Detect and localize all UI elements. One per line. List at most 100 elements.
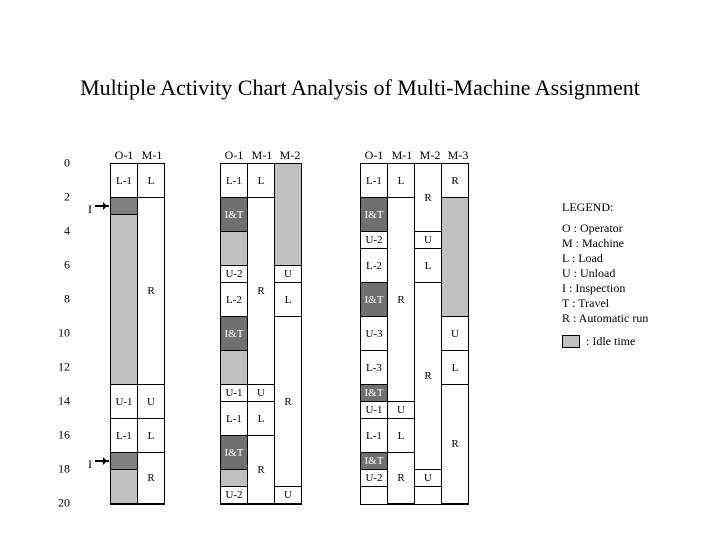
bar: [111, 453, 137, 470]
bar: R: [388, 453, 414, 504]
bar: U-1: [361, 402, 387, 419]
bar: L-1: [221, 164, 247, 198]
bar: L-2: [221, 283, 247, 317]
bar: [111, 470, 137, 504]
bar: [442, 198, 468, 317]
bar: R: [248, 198, 274, 385]
column-M-1: L R U L R: [247, 163, 274, 505]
bar: I&T: [361, 198, 387, 232]
bar: [111, 198, 137, 215]
bar: L-1: [111, 164, 137, 198]
col-header: O-1: [360, 148, 388, 162]
bar: U-1: [221, 385, 247, 402]
inspection-label: I: [88, 202, 92, 217]
legend-item: M : Machine: [562, 236, 648, 251]
column-O-1: L-1 I&T U-2 L-2 I&T U-3 L-3 I&T U-1 L-1 …: [360, 163, 387, 505]
bar: R: [275, 317, 301, 487]
legend-item: U : Unload: [562, 266, 648, 281]
bar: [221, 470, 247, 487]
col-header: M-2: [416, 148, 444, 162]
bar: L: [138, 419, 164, 453]
column-O-1: L-1 U-1 L-1: [110, 163, 137, 505]
bar: L-2: [361, 249, 387, 283]
col-header: M-1: [248, 148, 276, 162]
column-M-2: R U L R U: [414, 163, 441, 505]
bar: U-2: [361, 232, 387, 249]
bar: R: [138, 453, 164, 504]
tick: 12: [58, 360, 70, 375]
bar: L: [275, 283, 301, 317]
bar: [111, 215, 137, 385]
bar: U: [415, 470, 441, 487]
bar: L: [388, 419, 414, 453]
bar: U-1: [111, 385, 137, 419]
bar: L-3: [361, 351, 387, 385]
bar: I&T: [361, 385, 387, 402]
page-title: Multiple Activity Chart Analysis of Mult…: [0, 75, 720, 101]
legend-item: T : Travel: [562, 296, 648, 311]
bar: L: [248, 164, 274, 198]
bar: R: [442, 385, 468, 504]
col-header: O-1: [220, 148, 248, 162]
legend-item: O : Operator: [562, 221, 648, 236]
bar: I&T: [221, 198, 247, 232]
legend-item: R : Automatic run: [562, 311, 648, 326]
col-header: M-1: [138, 148, 166, 162]
bar: I&T: [221, 317, 247, 351]
legend: LEGEND: O : Operator M : Machine L : Loa…: [562, 200, 648, 349]
group-header: O-1 M-1: [110, 148, 166, 162]
tick: 6: [64, 258, 70, 273]
bar: [221, 232, 247, 266]
bar: R: [415, 283, 441, 470]
bar: U: [138, 385, 164, 419]
swatch-icon: [562, 335, 580, 348]
column-O-1: L-1 I&T U-2 L-2 I&T U-1 L-1 I&T U-2: [220, 163, 247, 505]
legend-label: : Idle time: [586, 334, 635, 349]
bar: L: [388, 164, 414, 198]
bar: U-2: [221, 266, 247, 283]
inspection-label: I: [88, 457, 92, 472]
bar: U: [388, 402, 414, 419]
bar: I&T: [361, 453, 387, 470]
tick: 8: [64, 292, 70, 307]
bar: L: [138, 164, 164, 198]
bar: U-3: [361, 317, 387, 351]
bar: U: [248, 385, 274, 402]
tick: 0: [64, 156, 70, 171]
legend-item: I : Inspection: [562, 281, 648, 296]
bar: R: [442, 164, 468, 198]
tick: 4: [64, 224, 70, 239]
tick: 10: [58, 326, 70, 341]
column-M-3: R U L R: [441, 163, 469, 505]
bar: [275, 164, 301, 266]
group-header: O-1 M-1 M-2 M-3: [360, 148, 472, 162]
bar: L: [442, 351, 468, 385]
group-header: O-1 M-1 M-2: [220, 148, 304, 162]
legend-title: LEGEND:: [562, 200, 648, 215]
arrow-icon: [95, 205, 109, 207]
bar: L-1: [221, 402, 247, 436]
bar: L-1: [361, 419, 387, 453]
column-M-2: U L R U: [274, 163, 302, 505]
tick: 14: [58, 394, 70, 409]
bar: I&T: [361, 283, 387, 317]
bar: U-2: [361, 470, 387, 487]
tick: 20: [58, 496, 70, 511]
bar: R: [388, 198, 414, 402]
bar: L-1: [361, 164, 387, 198]
column-M-1: L R U L R: [387, 163, 414, 505]
bar: U-2: [221, 487, 247, 504]
col-header: M-1: [388, 148, 416, 162]
col-header: M-2: [276, 148, 304, 162]
bar: R: [138, 198, 164, 385]
column-M-1: L R U L R: [137, 163, 165, 505]
col-header: M-3: [444, 148, 472, 162]
tick: 16: [58, 428, 70, 443]
bar: U: [275, 487, 301, 504]
bar: L: [248, 402, 274, 436]
bar: R: [248, 436, 274, 504]
tick: 18: [58, 462, 70, 477]
tick: 2: [64, 190, 70, 205]
legend-item: L : Load: [562, 251, 648, 266]
bar: I&T: [221, 436, 247, 470]
